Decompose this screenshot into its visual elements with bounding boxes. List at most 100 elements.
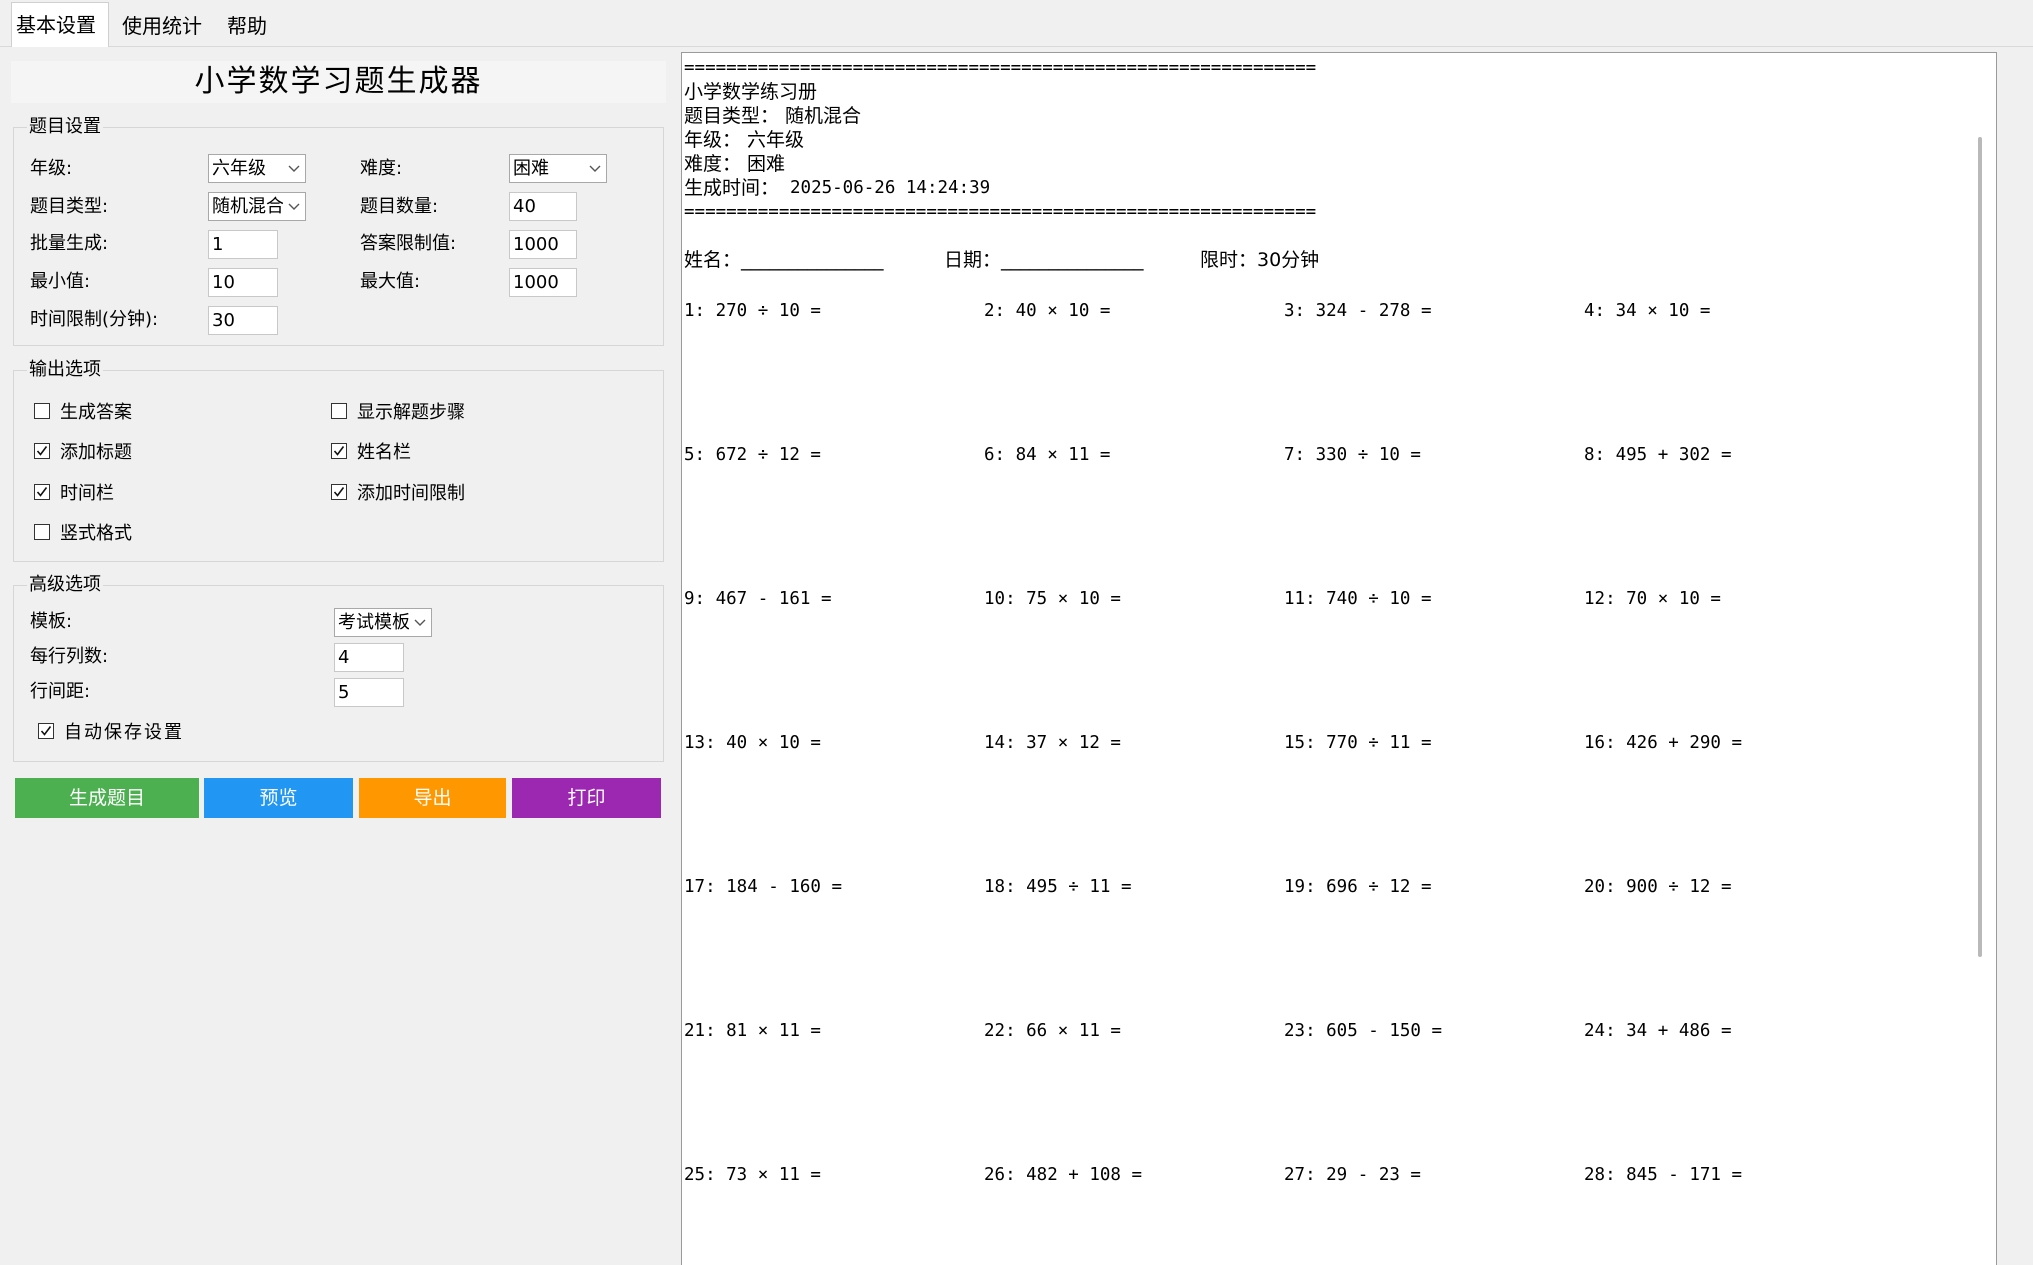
- chevron-down-icon[interactable]: [283, 193, 305, 220]
- time-limit-input[interactable]: 30: [208, 306, 278, 335]
- grade-label: 年级:: [30, 158, 73, 179]
- tab-basic-settings[interactable]: 基本设置: [11, 2, 109, 47]
- problem-item: 7: 330 ÷ 10 =: [1284, 445, 1421, 465]
- checkbox-icon[interactable]: [34, 524, 50, 540]
- count-label: 题目数量:: [360, 196, 439, 217]
- problem-item: 28: 845 - 171 =: [1584, 1165, 1743, 1185]
- problem-item: 23: 605 - 150 =: [1284, 1021, 1443, 1041]
- problem-item: 1: 270 ÷ 10 =: [684, 301, 821, 321]
- problem-item: 26: 482 + 108 =: [984, 1165, 1143, 1185]
- min-input[interactable]: 10: [208, 268, 278, 297]
- worksheet-time-label: 生成时间：: [684, 177, 780, 199]
- add-time-limit-label: 添加时间限制: [357, 483, 465, 504]
- time-limit-label: 时间限制(分钟):: [30, 309, 159, 330]
- vertical-format-label: 竖式格式: [60, 523, 132, 544]
- problem-item: 18: 495 ÷ 11 =: [984, 877, 1132, 897]
- checkmark-icon[interactable]: [38, 723, 54, 739]
- show-steps-checkbox[interactable]: 显示解题步骤: [331, 398, 465, 424]
- separator-line-bottom: ========================================…: [684, 202, 1317, 222]
- worksheet-time-value: 2025-06-26 14:24:39: [790, 178, 991, 198]
- autosave-label: 自动保存设置: [64, 722, 184, 743]
- worksheet-title: 小学数学练习册: [684, 81, 818, 103]
- chevron-down-icon[interactable]: [409, 609, 431, 636]
- checkmark-icon[interactable]: [34, 443, 50, 459]
- checkmark-icon[interactable]: [331, 443, 347, 459]
- difficulty-label: 难度:: [360, 158, 403, 179]
- problem-item: 19: 696 ÷ 12 =: [1284, 877, 1432, 897]
- separator-line-top: ========================================…: [684, 58, 1317, 78]
- tab-bar: 基本设置 使用统计 帮助: [0, 0, 2033, 47]
- generate-button[interactable]: 生成题目: [15, 778, 199, 818]
- problem-item: 27: 29 - 23 =: [1284, 1165, 1421, 1185]
- print-button[interactable]: 打印: [512, 778, 661, 818]
- time-limit-field: 限时：30分钟: [1200, 249, 1320, 271]
- columns-label: 每行列数:: [30, 646, 109, 667]
- type-select[interactable]: 随机混合: [208, 192, 306, 221]
- chevron-down-icon[interactable]: [283, 155, 305, 182]
- advanced-options-legend: 高级选项: [27, 573, 103, 597]
- time-field-checkbox[interactable]: 时间栏: [34, 479, 114, 505]
- name-field-checkbox[interactable]: 姓名栏: [331, 438, 411, 464]
- preview-button[interactable]: 预览: [204, 778, 353, 818]
- checkmark-icon[interactable]: [34, 484, 50, 500]
- name-field: 姓名：_______________: [684, 249, 884, 271]
- batch-input[interactable]: 1: [208, 230, 278, 259]
- add-time-limit-checkbox[interactable]: 添加时间限制: [331, 479, 465, 505]
- template-select-value: 考试模板: [338, 612, 410, 633]
- template-select[interactable]: 考试模板: [334, 608, 432, 637]
- problem-item: 22: 66 × 11 =: [984, 1021, 1121, 1041]
- min-label: 最小值:: [30, 271, 91, 292]
- app-title: 小学数学习题生成器: [11, 61, 666, 103]
- problem-item: 17: 184 - 160 =: [684, 877, 843, 897]
- worksheet-type-line: 题目类型： 随机混合: [684, 105, 862, 127]
- grade-select[interactable]: 六年级: [208, 154, 306, 183]
- spacing-input[interactable]: 5: [334, 678, 404, 707]
- vertical-format-checkbox[interactable]: 竖式格式: [34, 519, 132, 545]
- checkmark-icon[interactable]: [331, 484, 347, 500]
- difficulty-select[interactable]: 困难: [509, 154, 607, 183]
- problem-item: 2: 40 × 10 =: [984, 301, 1111, 321]
- problem-item: 6: 84 × 11 =: [984, 445, 1111, 465]
- checkbox-icon[interactable]: [34, 403, 50, 419]
- export-button[interactable]: 导出: [359, 778, 506, 818]
- template-label: 模板:: [30, 611, 73, 632]
- columns-input[interactable]: 4: [334, 643, 404, 672]
- generate-answers-checkbox[interactable]: 生成答案: [34, 398, 132, 424]
- autosave-checkbox[interactable]: 自动保存设置: [38, 718, 184, 744]
- answer-limit-label: 答案限制值:: [360, 233, 457, 254]
- problem-item: 10: 75 × 10 =: [984, 589, 1121, 609]
- type-select-value: 随机混合: [212, 196, 284, 217]
- problem-item: 5: 672 ÷ 12 =: [684, 445, 821, 465]
- problem-item: 16: 426 + 290 =: [1584, 733, 1743, 753]
- problem-item: 4: 34 × 10 =: [1584, 301, 1711, 321]
- grade-select-value: 六年级: [212, 158, 266, 179]
- add-title-label: 添加标题: [60, 442, 132, 463]
- output-options-legend: 输出选项: [27, 358, 103, 382]
- problem-item: 9: 467 - 161 =: [684, 589, 832, 609]
- problem-item: 20: 900 ÷ 12 =: [1584, 877, 1732, 897]
- name-field-label: 姓名栏: [357, 442, 411, 463]
- max-input[interactable]: 1000: [509, 268, 577, 297]
- question-settings-legend: 题目设置: [27, 115, 103, 139]
- answer-limit-input[interactable]: 1000: [509, 230, 577, 259]
- type-label: 题目类型:: [30, 196, 109, 217]
- tab-usage-stats[interactable]: 使用统计: [118, 6, 214, 46]
- date-field: 日期：_______________: [944, 249, 1144, 271]
- worksheet-difficulty-line: 难度： 困难: [684, 153, 786, 175]
- problem-item: 15: 770 ÷ 11 =: [1284, 733, 1432, 753]
- worksheet-grade-line: 年级： 六年级: [684, 129, 805, 151]
- chevron-down-icon[interactable]: [584, 155, 606, 182]
- problem-item: 8: 495 + 302 =: [1584, 445, 1732, 465]
- count-input[interactable]: 40: [509, 192, 577, 221]
- scrollbar[interactable]: [1978, 137, 1982, 957]
- batch-label: 批量生成:: [30, 233, 109, 254]
- problem-item: 24: 34 + 486 =: [1584, 1021, 1732, 1041]
- problem-item: 12: 70 × 10 =: [1584, 589, 1721, 609]
- problem-item: 3: 324 - 278 =: [1284, 301, 1432, 321]
- checkbox-icon[interactable]: [331, 403, 347, 419]
- add-title-checkbox[interactable]: 添加标题: [34, 438, 132, 464]
- preview-pane[interactable]: ========================================…: [681, 52, 1997, 1265]
- problem-item: 13: 40 × 10 =: [684, 733, 821, 753]
- difficulty-select-value: 困难: [513, 158, 549, 179]
- tab-help[interactable]: 帮助: [223, 6, 279, 46]
